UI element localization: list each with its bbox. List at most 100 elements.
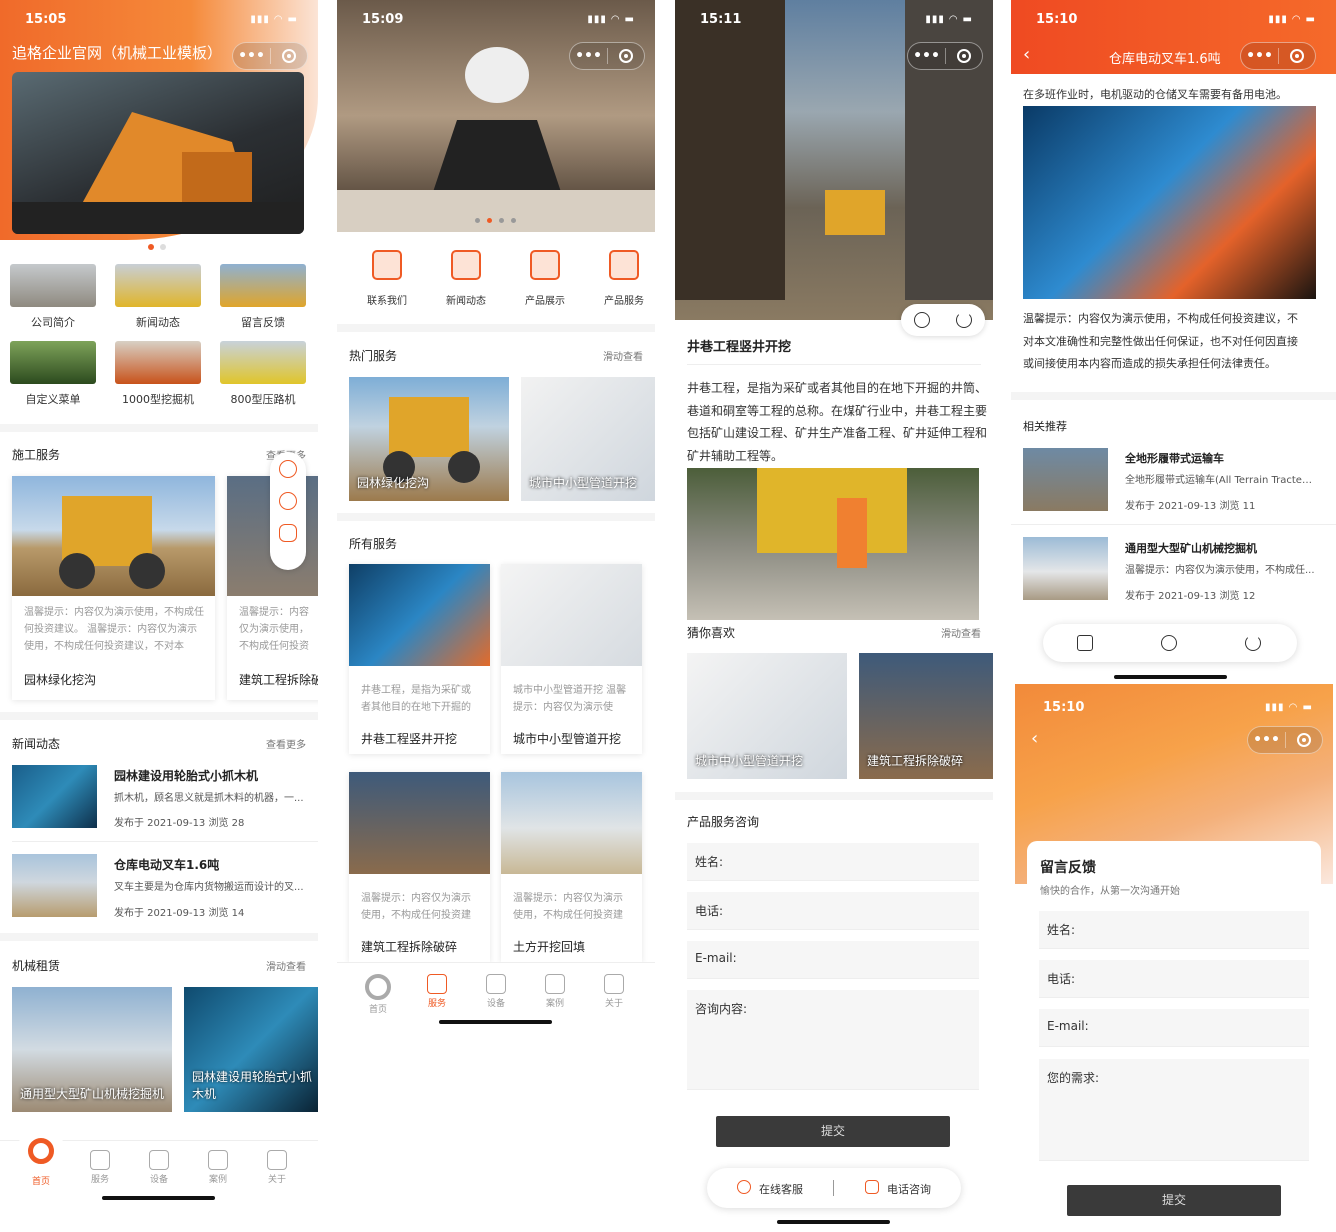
back-icon[interactable]: ‹	[1031, 728, 1038, 749]
icon-label[interactable]: 产品服务	[592, 292, 655, 307]
close-icon[interactable]	[944, 48, 982, 64]
guess-image[interactable]: 城市中小型管道开挖	[687, 653, 847, 779]
service-card[interactable]: 温馨提示：内容仅为演示使用，不构成任何投资建议。 温馨提示：内容仅为演示使用，不…	[12, 476, 215, 700]
phone-field[interactable]: 电话:	[687, 892, 979, 930]
close-icon[interactable]	[269, 48, 307, 64]
tab-2[interactable]: 设备	[472, 974, 520, 1009]
icon-label[interactable]: 产品展示	[513, 292, 577, 307]
tab-3[interactable]: 案例	[194, 1150, 242, 1185]
tab-4[interactable]: 关于	[253, 1150, 301, 1185]
news-thumb[interactable]	[12, 854, 97, 917]
phone-icon[interactable]	[279, 524, 297, 542]
grid-label[interactable]: 1000型挖掘机	[111, 391, 205, 407]
hot-image[interactable]: 园林绿化挖沟	[349, 377, 509, 501]
close-icon[interactable]	[1277, 48, 1315, 64]
content-field[interactable]: 咨询内容:	[687, 990, 979, 1090]
tab-3[interactable]: 案例	[531, 974, 579, 1009]
service-card[interactable]: 井巷工程，是指为采矿或者其他目的在地下开掘的井 井巷工程竖井开挖	[349, 564, 490, 754]
more-link[interactable]: 滑动查看	[603, 348, 643, 363]
tab-0[interactable]: 首页	[17, 1174, 65, 1187]
grid-thumb[interactable]	[220, 341, 306, 384]
grid-thumb[interactable]	[10, 341, 96, 384]
phone-icon[interactable]	[865, 1180, 879, 1194]
headset-icon[interactable]	[737, 1180, 751, 1194]
share-icon[interactable]	[1245, 635, 1261, 651]
service-card[interactable]: 城市中小型管道开挖 温馨提示：内容仅为演示使用，不 城市中小型管道开挖	[501, 564, 642, 754]
more-icon[interactable]: •••	[1248, 732, 1285, 748]
compass-icon[interactable]	[279, 492, 297, 510]
submit-button[interactable]: 提交	[716, 1116, 950, 1147]
hot-image[interactable]: 城市中小型管道开挖	[521, 377, 655, 501]
more-icon[interactable]: •••	[1241, 48, 1278, 64]
name-field[interactable]: 姓名:	[1039, 911, 1309, 949]
news-icon[interactable]	[451, 250, 481, 280]
close-icon[interactable]	[1284, 732, 1322, 748]
grid-label[interactable]: 新闻动态	[111, 314, 205, 330]
more-icon[interactable]: •••	[233, 48, 270, 64]
rental-image[interactable]: 通用型大型矿山机械挖掘机	[12, 987, 172, 1112]
gear-icon[interactable]	[28, 1138, 54, 1164]
submit-button[interactable]: 提交	[1067, 1185, 1281, 1216]
mini-capsule[interactable]: •••	[907, 42, 983, 70]
aperture-icon[interactable]	[914, 312, 930, 328]
guess-image[interactable]: 建筑工程拆除破碎	[859, 653, 993, 779]
share-pill	[901, 304, 985, 336]
back-icon[interactable]: ‹	[1023, 44, 1030, 65]
news-title[interactable]: 园林建设用轮胎式小抓木机	[114, 767, 258, 784]
more-link[interactable]: 滑动查看	[941, 625, 981, 640]
banner-image[interactable]	[12, 72, 304, 234]
name-field[interactable]: 姓名:	[687, 843, 979, 881]
tab-1[interactable]: 服务	[76, 1150, 124, 1185]
related-title[interactable]: 通用型大型矿山机械挖掘机	[1125, 540, 1257, 556]
aperture-icon[interactable]	[1161, 635, 1177, 651]
rental-image[interactable]: 园林建设用轮胎式小抓木机	[184, 987, 318, 1112]
email-field[interactable]: E-mail:	[1039, 1009, 1309, 1047]
service-icon[interactable]	[609, 250, 639, 280]
online-service[interactable]: 在线客服	[759, 1181, 803, 1197]
close-icon[interactable]	[606, 48, 644, 64]
email-field[interactable]: E-mail:	[687, 941, 979, 979]
grid-label[interactable]: 自定义菜单	[6, 391, 100, 407]
more-link[interactable]: 查看更多	[266, 736, 306, 751]
carousel-dot[interactable]	[160, 244, 166, 250]
service-card[interactable]: 温馨提示：内容仅为演示使用，不构成任何投资建议， 土方开挖回填	[501, 772, 642, 962]
tab-4[interactable]: 关于	[590, 974, 638, 1009]
icon-label[interactable]: 联系我们	[355, 292, 419, 307]
share-icon[interactable]	[956, 312, 972, 328]
mini-capsule[interactable]: •••	[1247, 726, 1323, 754]
more-icon[interactable]: •••	[908, 48, 945, 64]
mini-capsule[interactable]: •••	[232, 42, 308, 70]
news-title[interactable]: 仓库电动叉车1.6吨	[114, 856, 219, 873]
grid-thumb[interactable]	[10, 264, 96, 307]
grid-label[interactable]: 800型压路机	[216, 391, 310, 407]
tab-0[interactable]: 首页	[354, 974, 402, 1015]
mini-capsule[interactable]: •••	[569, 42, 645, 70]
carousel-dots[interactable]	[475, 218, 517, 224]
contact-icon[interactable]	[372, 250, 402, 280]
product-icon[interactable]	[530, 250, 560, 280]
related-title[interactable]: 全地形履带式运输车	[1125, 450, 1224, 466]
phone-field[interactable]: 电话:	[1039, 960, 1309, 998]
tab-1[interactable]: 服务	[413, 974, 461, 1009]
need-field[interactable]: 您的需求:	[1039, 1059, 1309, 1161]
phone-consult[interactable]: 电话咨询	[887, 1181, 931, 1197]
carousel-dot-active[interactable]	[148, 244, 154, 250]
grid-label[interactable]: 公司简介	[6, 314, 100, 330]
related-thumb[interactable]	[1023, 537, 1108, 600]
news-thumb[interactable]	[12, 765, 97, 828]
service-card[interactable]: 温馨提示：内容仅为演示使用，不构成任何投资建议， 建筑工程拆除破碎	[349, 772, 490, 962]
mini-capsule[interactable]: •••	[1240, 42, 1316, 70]
more-icon[interactable]: •••	[570, 48, 607, 64]
grid-label[interactable]: 留言反馈	[216, 314, 310, 330]
grid-thumb[interactable]	[220, 264, 306, 307]
card-image	[501, 772, 642, 874]
tab-2[interactable]: 设备	[135, 1150, 183, 1185]
banner-image[interactable]	[337, 0, 655, 232]
grid-thumb[interactable]	[115, 264, 201, 307]
icon-label[interactable]: 新闻动态	[434, 292, 498, 307]
more-link[interactable]: 滑动查看	[266, 958, 306, 973]
home-icon[interactable]	[1077, 635, 1093, 651]
headset-icon[interactable]	[279, 460, 297, 478]
grid-thumb[interactable]	[115, 341, 201, 384]
related-thumb[interactable]	[1023, 448, 1108, 511]
